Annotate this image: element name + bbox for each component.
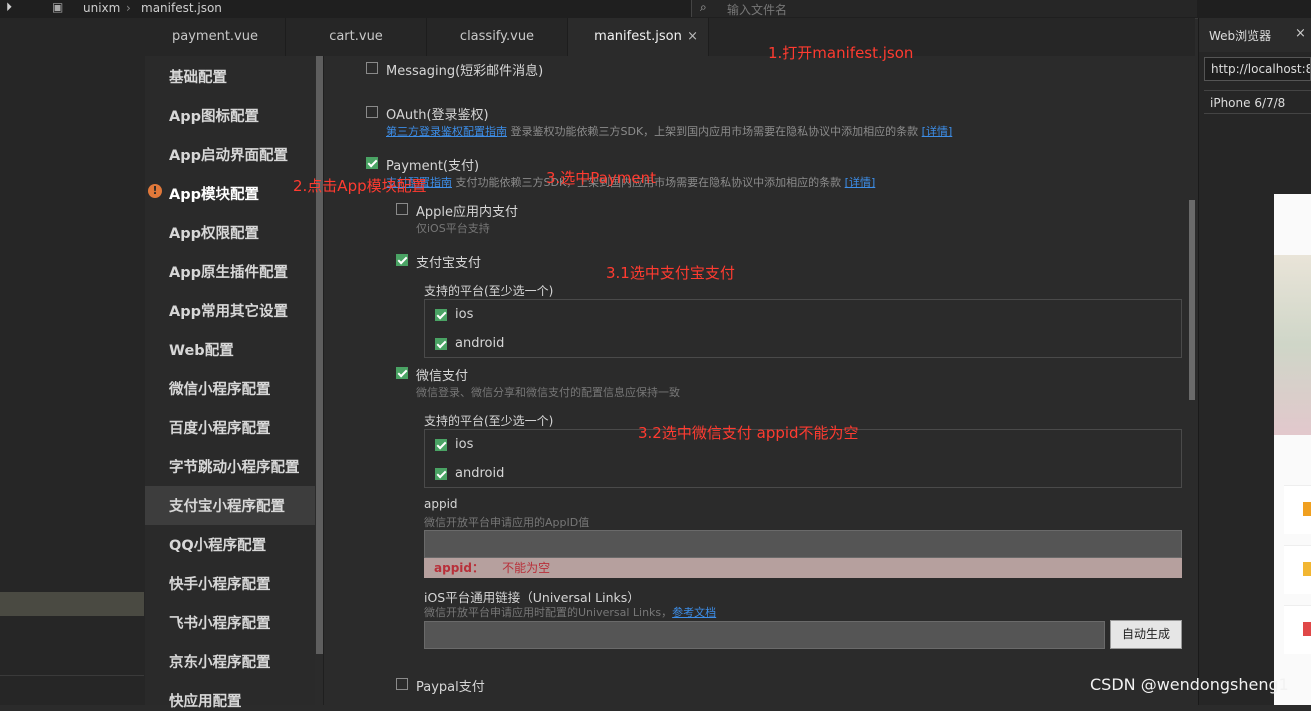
appid-error-message: 不能为空 <box>502 561 551 575</box>
nav-item-qq-mp[interactable]: QQ小程序配置 <box>169 534 266 555</box>
appid-label: appid <box>424 497 458 511</box>
appid-error-key: appid： <box>434 561 484 575</box>
appid-input[interactable] <box>424 530 1182 558</box>
oauth-checkbox[interactable] <box>366 106 378 118</box>
tab-manifest-json[interactable]: manifest.json × <box>568 18 709 56</box>
annotation-step32: 3.2选中微信支付 appid不能为空 <box>638 424 859 442</box>
nav-item-web[interactable]: Web配置 <box>169 339 234 360</box>
alipay-platform-label: 支持的平台(至少选一个) <box>424 284 554 298</box>
payment-label: Payment(支付) <box>386 159 480 174</box>
nav-item-kuaishou-mp[interactable]: 快手小程序配置 <box>169 573 271 594</box>
file-search-placeholder: 输入文件名 <box>727 3 788 17</box>
breadcrumb-file[interactable]: manifest.json <box>141 1 222 15</box>
play-icon[interactable]: ⏵ <box>6 0 12 15</box>
apple-pay-subtitle: 仅iOS平台支持 <box>416 222 490 235</box>
browser-title: Web浏览器 <box>1209 29 1272 43</box>
nav-item-app-permissions[interactable]: App权限配置 <box>169 222 259 243</box>
nav-item-app-modules[interactable]: App模块配置 <box>169 183 259 204</box>
nav-item-app-native-plugins[interactable]: App原生插件配置 <box>169 261 288 282</box>
universal-links-subtitle: 微信开放平台申请应用时配置的Universal Links， <box>424 606 673 619</box>
wechat-android-label: android <box>455 466 505 481</box>
nav-item-alipay-mp[interactable]: 支付宝小程序配置 <box>169 495 285 516</box>
nav-item-app-icon[interactable]: App图标配置 <box>169 105 259 126</box>
breadcrumb-separator-icon: › <box>126 1 131 15</box>
nav-item-baidu-mp[interactable]: 百度小程序配置 <box>169 417 271 438</box>
nav-item-weixin-mp[interactable]: 微信小程序配置 <box>169 378 271 399</box>
messaging-checkbox[interactable] <box>366 62 378 74</box>
universal-links-input[interactable] <box>424 621 1105 649</box>
wechat-android-checkbox[interactable] <box>435 468 447 480</box>
nav-item-toutiao-mp[interactable]: 字节跳动小程序配置 <box>169 456 300 477</box>
wechat-pay-checkbox[interactable] <box>396 367 408 379</box>
breadcrumb-project[interactable]: unixm <box>83 1 120 15</box>
editor-tabs: payment.vue cart.vue classify.vue manife… <box>145 18 1195 56</box>
preview-card-icon <box>1303 622 1311 636</box>
preview-card-icon <box>1303 562 1311 576</box>
tab-label: payment.vue <box>172 29 258 44</box>
explorer-selected-row[interactable] <box>0 592 144 616</box>
tab-cart-vue[interactable]: cart.vue <box>286 18 427 56</box>
watermark: CSDN @wendongsheng1 <box>1090 675 1289 694</box>
tab-classify-vue[interactable]: classify.vue <box>427 18 568 56</box>
nav-item-jd-mp[interactable]: 京东小程序配置 <box>169 651 271 672</box>
project-icon: ▣ <box>52 0 64 14</box>
payment-checkbox[interactable] <box>366 157 378 169</box>
annotation-step1: 1.打开manifest.json <box>768 44 914 62</box>
explorer-divider <box>0 675 144 676</box>
nav-item-app-splash[interactable]: App启动界面配置 <box>169 144 288 165</box>
apple-pay-label: Apple应用内支付 <box>416 205 519 220</box>
appid-subtitle: 微信开放平台申请应用的AppID值 <box>424 516 590 529</box>
paypal-checkbox[interactable] <box>396 678 408 690</box>
nav-item-app-other[interactable]: App常用其它设置 <box>169 300 288 321</box>
tab-label: classify.vue <box>459 29 535 44</box>
file-search-box[interactable]: ⌕ 输入文件名 <box>691 0 1197 17</box>
alipay-android-label: android <box>455 336 505 351</box>
paypal-label: Paypal支付 <box>416 680 485 695</box>
nav-item-feishu-mp[interactable]: 飞书小程序配置 <box>169 612 271 633</box>
annotation-step2: 2.点击App模块配置 <box>293 177 427 195</box>
manifest-settings-nav: 基础配置 App图标配置 App启动界面配置 ! App模块配置 App权限配置… <box>145 56 315 710</box>
wechat-ios-label: ios <box>455 437 474 452</box>
tab-payment-vue[interactable]: payment.vue <box>145 18 286 56</box>
module-config-panel: Messaging(短彩邮件消息) OAuth(登录鉴权) 第三方登录鉴权配置指… <box>324 56 1198 705</box>
content-scrollbar[interactable] <box>1189 200 1195 400</box>
oauth-guide-link[interactable]: 第三方登录鉴权配置指南 <box>386 125 507 138</box>
nav-scrollbar[interactable] <box>316 56 323 654</box>
alipay-ios-label: ios <box>455 307 474 322</box>
oauth-description: 登录鉴权功能依赖三方SDK，上架到国内应用市场需要在隐私协议中添加相应的条款 <box>510 125 919 138</box>
close-tab-icon[interactable]: × <box>687 18 698 56</box>
annotation-step31: 3.1选中支付宝支付 <box>606 264 735 282</box>
alipay-android-checkbox[interactable] <box>435 338 447 350</box>
nav-item-quickapp[interactable]: 快应用配置 <box>169 690 242 711</box>
tab-label: manifest.json <box>594 29 682 44</box>
annotation-step3: 3.选中Payment <box>546 169 656 187</box>
wechat-pay-label: 微信支付 <box>416 369 469 384</box>
device-selector[interactable]: iPhone 6/7/8 <box>1204 90 1311 114</box>
preview-card-icon <box>1303 502 1311 516</box>
tab-label: cart.vue <box>329 29 383 44</box>
messaging-label: Messaging(短彩邮件消息) <box>386 64 544 79</box>
oauth-detail-link[interactable]: [详情] <box>922 125 953 138</box>
browser-url-input[interactable]: http://localhost:8 <box>1204 57 1311 81</box>
wechat-platform-label: 支持的平台(至少选一个) <box>424 414 554 428</box>
alipay-label: 支付宝支付 <box>416 256 482 271</box>
universal-links-doc-link[interactable]: 参考文档 <box>672 606 716 619</box>
nav-item-basic[interactable]: 基础配置 <box>169 66 227 87</box>
apple-pay-checkbox[interactable] <box>396 203 408 215</box>
search-icon: ⌕ <box>700 0 707 14</box>
alipay-ios-checkbox[interactable] <box>435 309 447 321</box>
wechat-ios-checkbox[interactable] <box>435 439 447 451</box>
appid-error-bar: appid： 不能为空 <box>424 558 1182 578</box>
preview-banner-image <box>1274 255 1311 435</box>
oauth-label: OAuth(登录鉴权) <box>386 108 489 123</box>
payment-detail-link[interactable]: [详情] <box>845 176 876 189</box>
wechat-pay-subtitle: 微信登录、微信分享和微信支付的配置信息应保持一致 <box>416 386 680 399</box>
warning-icon: ! <box>148 184 162 198</box>
close-browser-icon[interactable]: × <box>1295 26 1306 41</box>
alipay-checkbox[interactable] <box>396 254 408 266</box>
browser-tab[interactable]: Web浏览器 × <box>1199 18 1311 52</box>
auto-generate-button[interactable]: 自动生成 <box>1110 620 1182 649</box>
alipay-platform-box: ios android <box>424 299 1182 358</box>
